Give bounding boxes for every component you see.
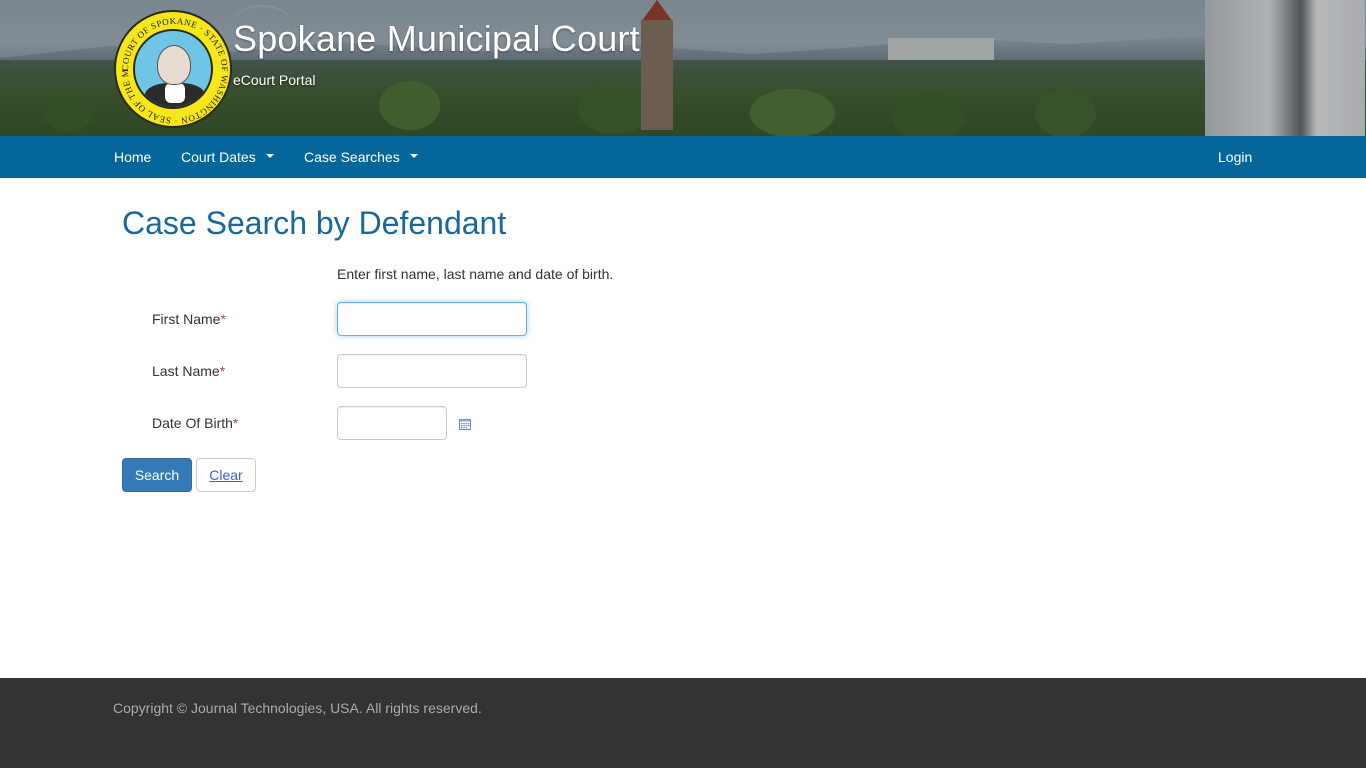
seal-portrait: [133, 29, 213, 109]
nav-case-searches[interactable]: Case Searches: [304, 136, 418, 178]
nav-case-searches-label: Case Searches: [304, 149, 400, 165]
caret-down-icon: [265, 154, 274, 158]
site-subtitle: eCourt Portal: [233, 72, 316, 88]
nav-court-dates-label: Court Dates: [181, 149, 256, 165]
first-name-input[interactable]: [337, 302, 527, 336]
required-marker: *: [220, 311, 226, 327]
search-button[interactable]: Search: [122, 458, 192, 492]
caret-down-icon: [409, 154, 418, 158]
footer: Copyright © Journal Technologies, USA. A…: [0, 678, 1366, 768]
site-title: Spokane Municipal Court: [233, 18, 640, 59]
required-marker: *: [219, 363, 226, 379]
date-of-birth-input[interactable]: [337, 406, 447, 440]
page-title: Case Search by Defendant: [122, 205, 507, 241]
first-name-label: First Name*: [152, 311, 226, 327]
copyright-text: Copyright © Journal Technologies, USA. A…: [113, 700, 482, 716]
court-seal-logo[interactable]: COURT OF SPOKANE · STATE OF WASHINGTON ·…: [114, 10, 232, 128]
date-of-birth-label: Date Of Birth*: [152, 415, 239, 431]
main-navbar: Home Court Dates Case Searches Login: [0, 136, 1366, 178]
last-name-input[interactable]: [337, 354, 527, 388]
nav-court-dates[interactable]: Court Dates: [181, 136, 274, 178]
required-marker: *: [232, 415, 239, 431]
calendar-icon[interactable]: [459, 418, 471, 430]
clear-button[interactable]: Clear: [196, 458, 256, 492]
form-instructions: Enter first name, last name and date of …: [337, 266, 614, 282]
nav-login-label: Login: [1218, 149, 1253, 165]
nav-login[interactable]: Login: [1218, 136, 1252, 178]
nav-home-label: Home: [114, 149, 152, 165]
last-name-label: Last Name*: [152, 363, 226, 379]
nav-home[interactable]: Home: [114, 136, 151, 178]
